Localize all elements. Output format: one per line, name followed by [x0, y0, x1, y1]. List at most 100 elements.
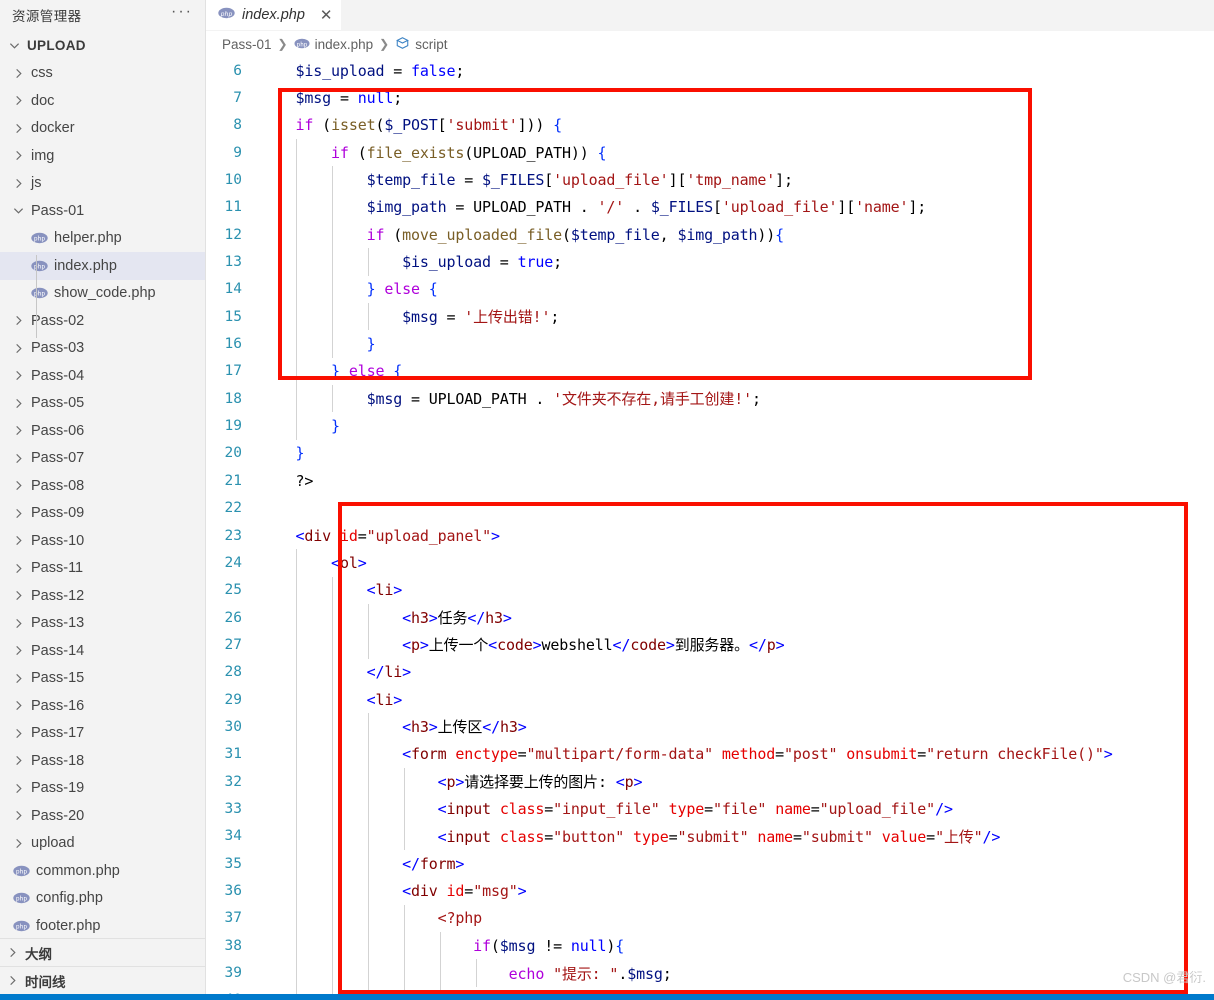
tree-item-css[interactable]: css [0, 60, 205, 88]
tree-item-pass-03[interactable]: Pass-03 [0, 335, 205, 363]
tree-item-footer-php[interactable]: php footer.php [0, 912, 205, 938]
code-line[interactable]: 33 <input class="input_file" type="file"… [206, 795, 1214, 823]
tree-item-pass-07[interactable]: Pass-07 [0, 445, 205, 473]
code-line[interactable]: 8 if (isset($_POST['submit'])) { [206, 112, 1214, 139]
tree-item-pass-17[interactable]: Pass-17 [0, 720, 205, 748]
tree-item-pass-13[interactable]: Pass-13 [0, 610, 205, 638]
indent-guide [368, 849, 370, 878]
chevron-right-icon [4, 975, 21, 986]
file-tree[interactable]: UPLOAD css doc docker img js Pass-01 php helper.… [0, 30, 205, 938]
code-line[interactable]: 34 <input class="button" type="submit" n… [206, 822, 1214, 850]
tab-index-php[interactable]: php index.php ✕ [206, 0, 343, 30]
code-line[interactable]: 25 <li> [206, 576, 1214, 604]
code-line[interactable]: 19 } [206, 412, 1214, 440]
indent-guide [296, 795, 298, 823]
tree-item-pass-11[interactable]: Pass-11 [0, 555, 205, 583]
code-line[interactable]: 12 if (move_uploaded_file($temp_file, $i… [206, 221, 1214, 249]
tree-root-upload[interactable]: UPLOAD [0, 32, 205, 60]
code-line[interactable]: 31 <form enctype="multipart/form-data" m… [206, 740, 1214, 768]
code-line[interactable]: 22 [206, 495, 1214, 522]
code-line[interactable]: 18 $msg = UPLOAD_PATH . '文件夹不存在,请手工创建!'; [206, 385, 1214, 413]
tree-item-pass-12[interactable]: Pass-12 [0, 582, 205, 610]
code-line[interactable]: 28 </li> [206, 658, 1214, 686]
tree-item-js[interactable]: js [0, 170, 205, 198]
indent-guide [440, 986, 442, 994]
tree-item-pass-06[interactable]: Pass-06 [0, 417, 205, 445]
line-content: <ol> [331, 553, 367, 572]
code-line[interactable]: 21 ?> [206, 467, 1214, 494]
tab-label: index.php [242, 7, 305, 23]
code-line[interactable]: 10 $temp_file = $_FILES['upload_file']['… [206, 166, 1214, 194]
sidebar-panel-timeline[interactable]: 时间线 [0, 966, 205, 994]
tree-item-label: common.php [36, 862, 120, 879]
code-line[interactable]: 20 } [206, 440, 1214, 467]
tree-item-img[interactable]: img [0, 142, 205, 170]
tree-item-pass-15[interactable]: Pass-15 [0, 665, 205, 693]
indent-guide [296, 877, 298, 905]
tree-item-config-php[interactable]: php config.php [0, 885, 205, 913]
tree-item-pass-05[interactable]: Pass-05 [0, 390, 205, 418]
code-line[interactable]: 17 } else { [206, 357, 1214, 386]
code-line[interactable]: 15 $msg = '上传出错!'; [206, 303, 1214, 331]
tree-item-pass-18[interactable]: Pass-18 [0, 747, 205, 775]
code-editor[interactable]: 6 $is_upload = false; 7 $msg = null; 8 if … [206, 57, 1214, 994]
tree-item-pass-09[interactable]: Pass-09 [0, 500, 205, 528]
code-line[interactable]: 23 <div id="upload_panel"> [206, 522, 1214, 549]
chevron-right-icon [10, 755, 27, 766]
tree-item-doc[interactable]: doc [0, 87, 205, 115]
code-line[interactable]: 13 $is_upload = true; [206, 248, 1214, 276]
breadcrumb-item-file[interactable]: php index.php [294, 37, 373, 52]
breadcrumb-item-folder[interactable]: Pass-01 [222, 37, 272, 52]
tree-item-docker[interactable]: docker [0, 115, 205, 143]
svg-text:php: php [33, 236, 44, 243]
tree-item-pass-19[interactable]: Pass-19 [0, 775, 205, 803]
indent-guide [368, 713, 370, 741]
line-number: 34 [224, 828, 242, 845]
code-lines[interactable]: 6 $is_upload = false; 7 $msg = null; 8 if … [206, 57, 1214, 994]
indent-guide [296, 603, 298, 632]
more-actions-icon[interactable]: ··· [171, 4, 193, 22]
tree-item-pass-20[interactable]: Pass-20 [0, 802, 205, 830]
code-line[interactable]: 39 echo "提示: ".$msg; [206, 959, 1214, 987]
code-line[interactable]: 29 <li> [206, 685, 1214, 714]
tree-item-pass-08[interactable]: Pass-08 [0, 472, 205, 500]
code-line[interactable]: 16 } [206, 330, 1214, 358]
tree-item-pass-14[interactable]: Pass-14 [0, 637, 205, 665]
code-line[interactable]: 35 </form> [206, 849, 1214, 878]
tree-item-index-php[interactable]: php index.php [0, 252, 205, 280]
tree-item-pass-16[interactable]: Pass-16 [0, 692, 205, 720]
code-line[interactable]: 9 if (file_exists(UPLOAD_PATH)) { [206, 139, 1214, 167]
tree-item-label: Pass-20 [31, 807, 85, 824]
code-line[interactable]: 38 if($msg != null){ [206, 932, 1214, 960]
code-line[interactable]: 7 $msg = null; [206, 84, 1214, 111]
chevron-right-icon [10, 618, 27, 629]
tree-item-pass-02[interactable]: Pass-02 [0, 307, 205, 335]
code-line[interactable]: 14 } else { [206, 275, 1214, 304]
tree-item-label: Pass-11 [31, 560, 84, 577]
tree-item-common-php[interactable]: php common.php [0, 857, 205, 885]
tree-item-pass-01[interactable]: Pass-01 [0, 197, 205, 225]
close-icon[interactable]: ✕ [320, 8, 333, 23]
indent-guide [404, 822, 406, 850]
indent-guide [332, 275, 334, 304]
tree-item-helper-php[interactable]: php helper.php [0, 225, 205, 253]
tree-item-pass-10[interactable]: Pass-10 [0, 527, 205, 555]
sidebar-panel-outline[interactable]: 大纲 [0, 938, 205, 966]
code-line[interactable]: 36 <div id="msg"> [206, 877, 1214, 905]
tree-item-label: Pass-03 [31, 340, 85, 357]
code-line[interactable]: 37 <?php [206, 904, 1214, 932]
code-line[interactable]: 32 <p>请选择要上传的图片: <p> [206, 767, 1214, 796]
code-line[interactable]: 30 <h3>上传区</h3> [206, 713, 1214, 741]
code-line[interactable]: 27 <p>上传一个<code>webshell</code>到服务器。</p> [206, 631, 1214, 659]
tree-item-show-code-php[interactable]: php show_code.php [0, 280, 205, 308]
breadcrumb-item-symbol[interactable]: script [395, 36, 447, 53]
line-number: 13 [224, 254, 242, 271]
tree-item-upload[interactable]: upload [0, 830, 205, 858]
code-line[interactable]: 24 <ol> [206, 549, 1214, 577]
indent-guide [332, 740, 334, 768]
code-line[interactable]: 6 $is_upload = false; [206, 57, 1214, 84]
tree-item-pass-04[interactable]: Pass-04 [0, 362, 205, 390]
code-line[interactable]: 40 } [206, 986, 1214, 994]
code-line[interactable]: 11 $img_path = UPLOAD_PATH . '/' . $_FIL… [206, 193, 1214, 222]
code-line[interactable]: 26 <h3>任务</h3> [206, 603, 1214, 632]
